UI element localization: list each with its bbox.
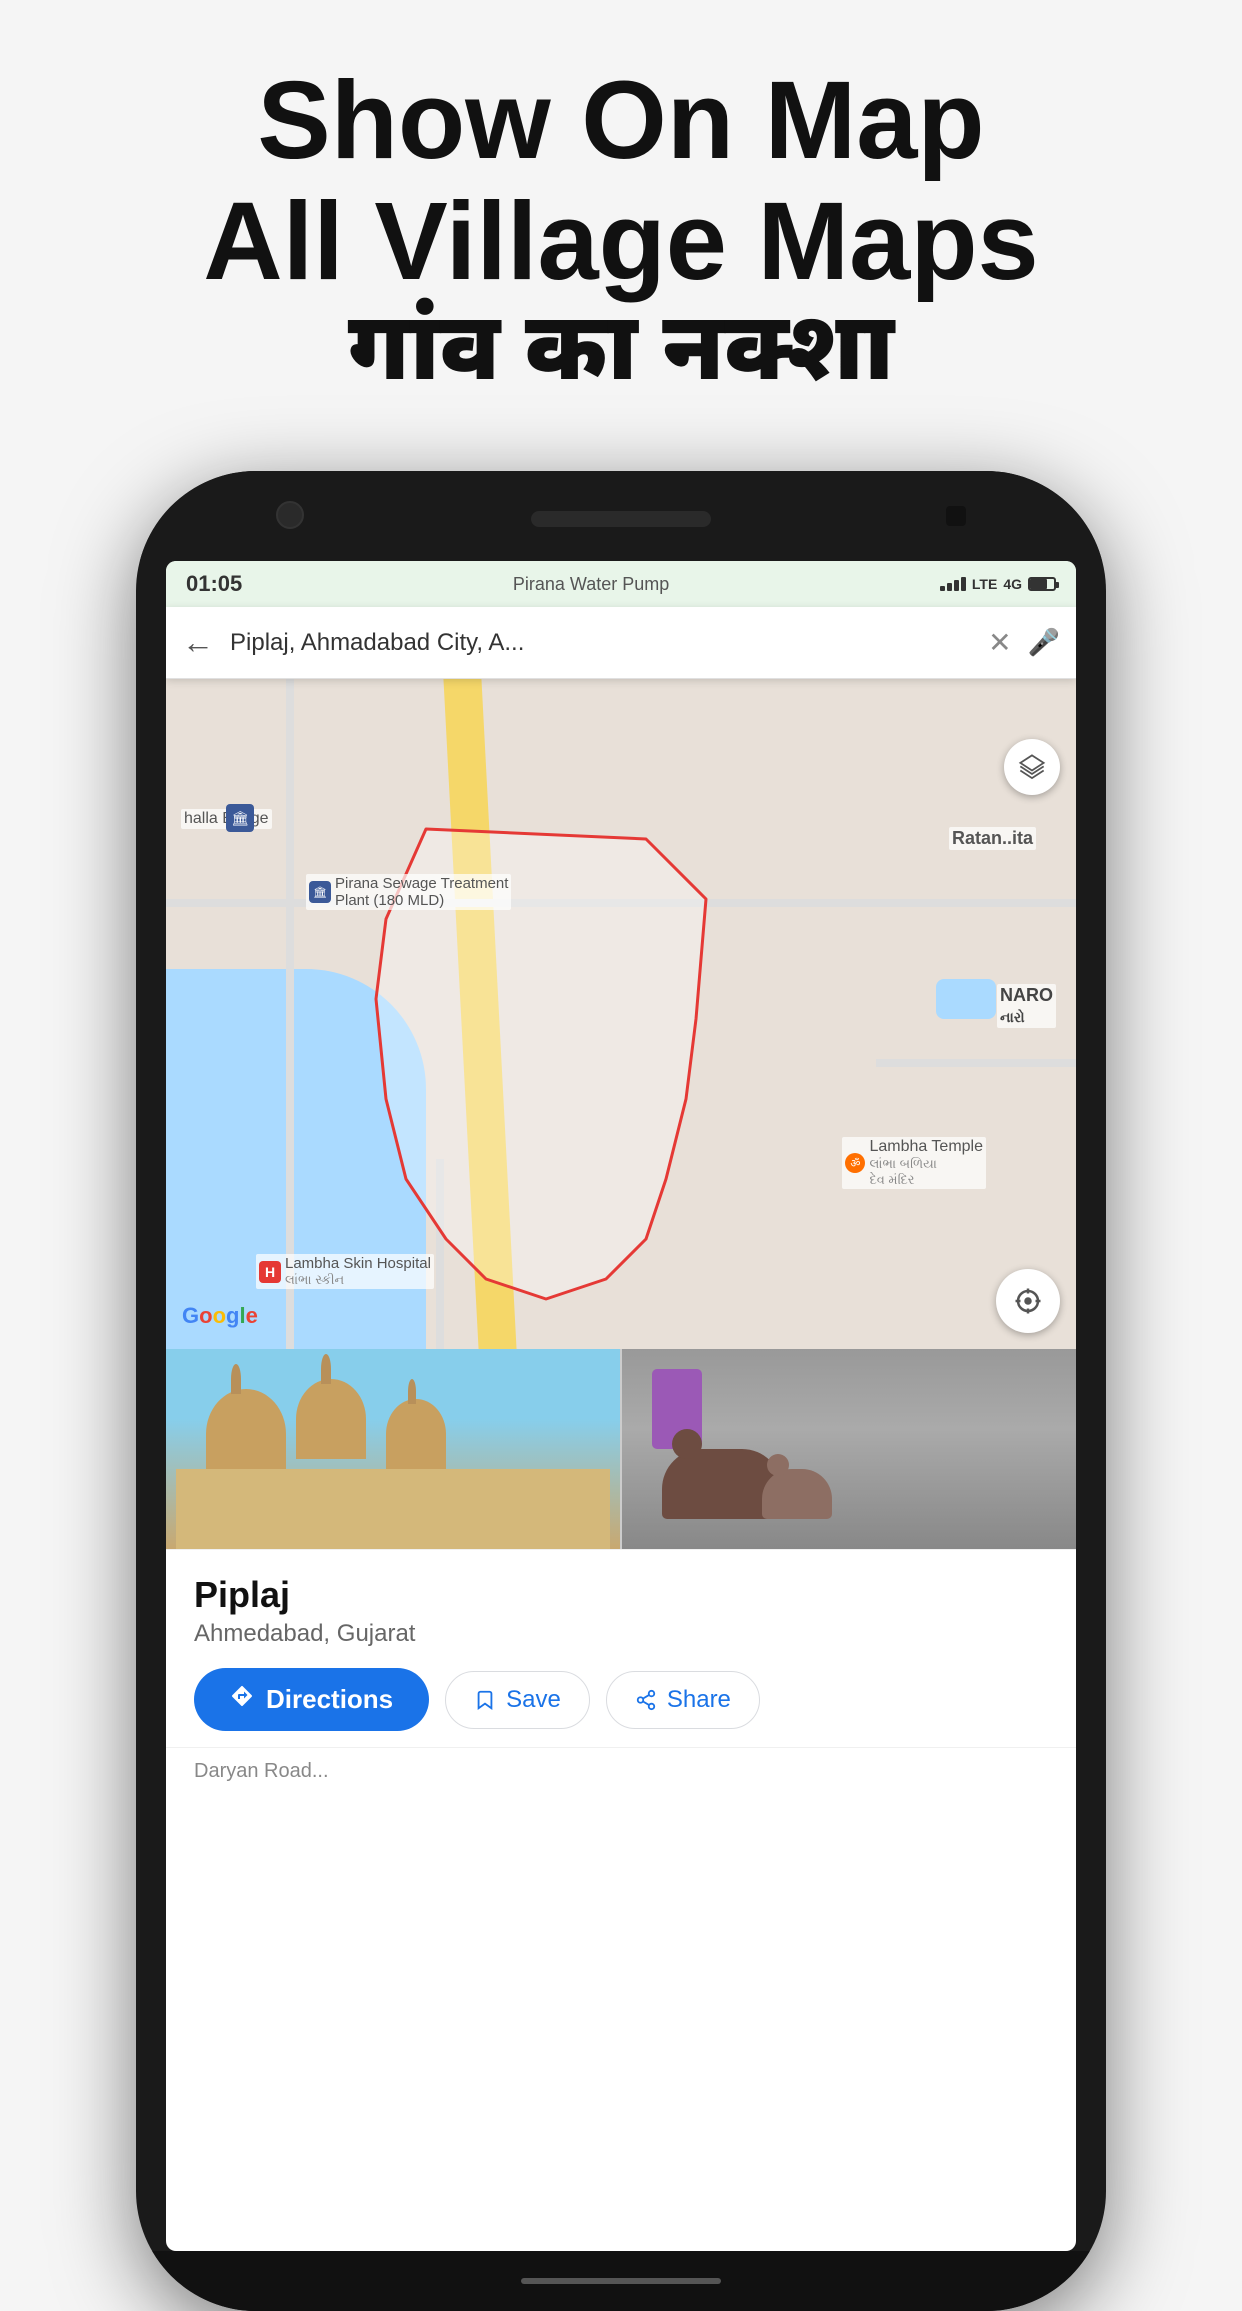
- map-label-hospital: H Lambha Skin Hospital લાંભા સ્કીન: [256, 1254, 434, 1289]
- directions-button[interactable]: Directions: [194, 1668, 429, 1731]
- phone-screen: 01:05 Pirana Water Pump LTE 4G: [166, 561, 1076, 2251]
- my-location-button[interactable]: [996, 1269, 1060, 1333]
- info-panel: Piplaj Ahmedabad, Gujarat Directions: [166, 1549, 1076, 1747]
- bottom-road-label: Daryan Road...: [166, 1747, 1076, 1795]
- back-button[interactable]: ←: [182, 624, 214, 661]
- photos-strip[interactable]: [166, 1349, 1076, 1549]
- battery-icon: [1028, 577, 1056, 591]
- map-label-sewage: 🏛 Pirana Sewage Treatment Plant (180 MLD…: [306, 874, 511, 910]
- save-button[interactable]: Save: [445, 1671, 590, 1729]
- animal-head: [672, 1429, 702, 1459]
- share-label: Share: [667, 1686, 731, 1714]
- map-label-lambha-temple: ॐ Lambha Temple લાંભા બળિયાદેવ મંદિર: [842, 1137, 986, 1189]
- phone-frame: 01:05 Pirana Water Pump LTE 4G: [136, 471, 1106, 2311]
- status-icons: LTE 4G: [940, 576, 1056, 592]
- home-indicator: [521, 2278, 721, 2284]
- save-label: Save: [506, 1686, 561, 1714]
- header-line3: गांव का नक्शा: [80, 302, 1162, 411]
- dome1: [206, 1389, 286, 1479]
- directions-icon: [230, 1684, 254, 1715]
- front-camera: [276, 501, 304, 529]
- place-name: Piplaj: [194, 1574, 1048, 1616]
- secondary-road-2: [286, 679, 294, 1349]
- google-watermark: Google: [182, 1303, 258, 1329]
- map-background: halla Bridge 🏛 🏛 Pirana Sewage Treatment…: [166, 679, 1076, 1349]
- 4g-icon: 4G: [1003, 576, 1022, 592]
- place-address: Ahmedabad, Gujarat: [194, 1620, 1048, 1648]
- header-line1: Show On Map: [80, 60, 1162, 181]
- status-bar: 01:05 Pirana Water Pump LTE 4G: [166, 561, 1076, 607]
- phone-wrapper: 01:05 Pirana Water Pump LTE 4G: [0, 471, 1242, 2311]
- temple-base: [176, 1469, 610, 1549]
- baby-head: [767, 1454, 789, 1476]
- lte-icon: LTE: [972, 576, 997, 592]
- secondary-road-3: [876, 1059, 1076, 1067]
- dome3: [386, 1399, 446, 1469]
- map-label-ratan: Ratan..ita: [949, 827, 1036, 850]
- status-time: 01:05: [186, 571, 242, 597]
- spire1: [231, 1364, 241, 1394]
- baby-animal: [762, 1469, 832, 1519]
- water-body-small: [936, 979, 996, 1019]
- share-button[interactable]: Share: [606, 1671, 760, 1729]
- map-area[interactable]: halla Bridge 🏛 🏛 Pirana Sewage Treatment…: [166, 679, 1076, 1349]
- map-layers-button[interactable]: [1004, 739, 1060, 795]
- clear-button[interactable]: ✕: [988, 626, 1011, 659]
- signal-icon: [940, 577, 966, 591]
- spire2: [321, 1354, 331, 1384]
- search-input[interactable]: Piplaj, Ahmadabad City, A...: [230, 629, 972, 657]
- page-header: Show On Map All Village Maps गांव का नक्…: [0, 0, 1242, 451]
- search-bar: ← Piplaj, Ahmadabad City, A... ✕ 🎤: [166, 607, 1076, 679]
- home-bar: [136, 2251, 1106, 2311]
- animal-photo[interactable]: [622, 1349, 1076, 1549]
- bridge-marker: 🏛: [226, 804, 254, 832]
- phone-top: [136, 471, 1106, 561]
- dome2: [296, 1379, 366, 1459]
- phone-earpiece: [946, 506, 966, 526]
- microphone-button[interactable]: 🎤: [1028, 627, 1060, 658]
- action-buttons: Directions Save: [194, 1668, 1048, 1731]
- directions-label: Directions: [266, 1684, 393, 1715]
- phone-speaker: [531, 511, 711, 527]
- temple-photo[interactable]: [166, 1349, 620, 1549]
- spire3: [408, 1379, 416, 1404]
- status-center: Pirana Water Pump: [513, 574, 669, 595]
- header-line2: All Village Maps: [80, 181, 1162, 302]
- map-label-naro: NAROનારો: [997, 984, 1056, 1028]
